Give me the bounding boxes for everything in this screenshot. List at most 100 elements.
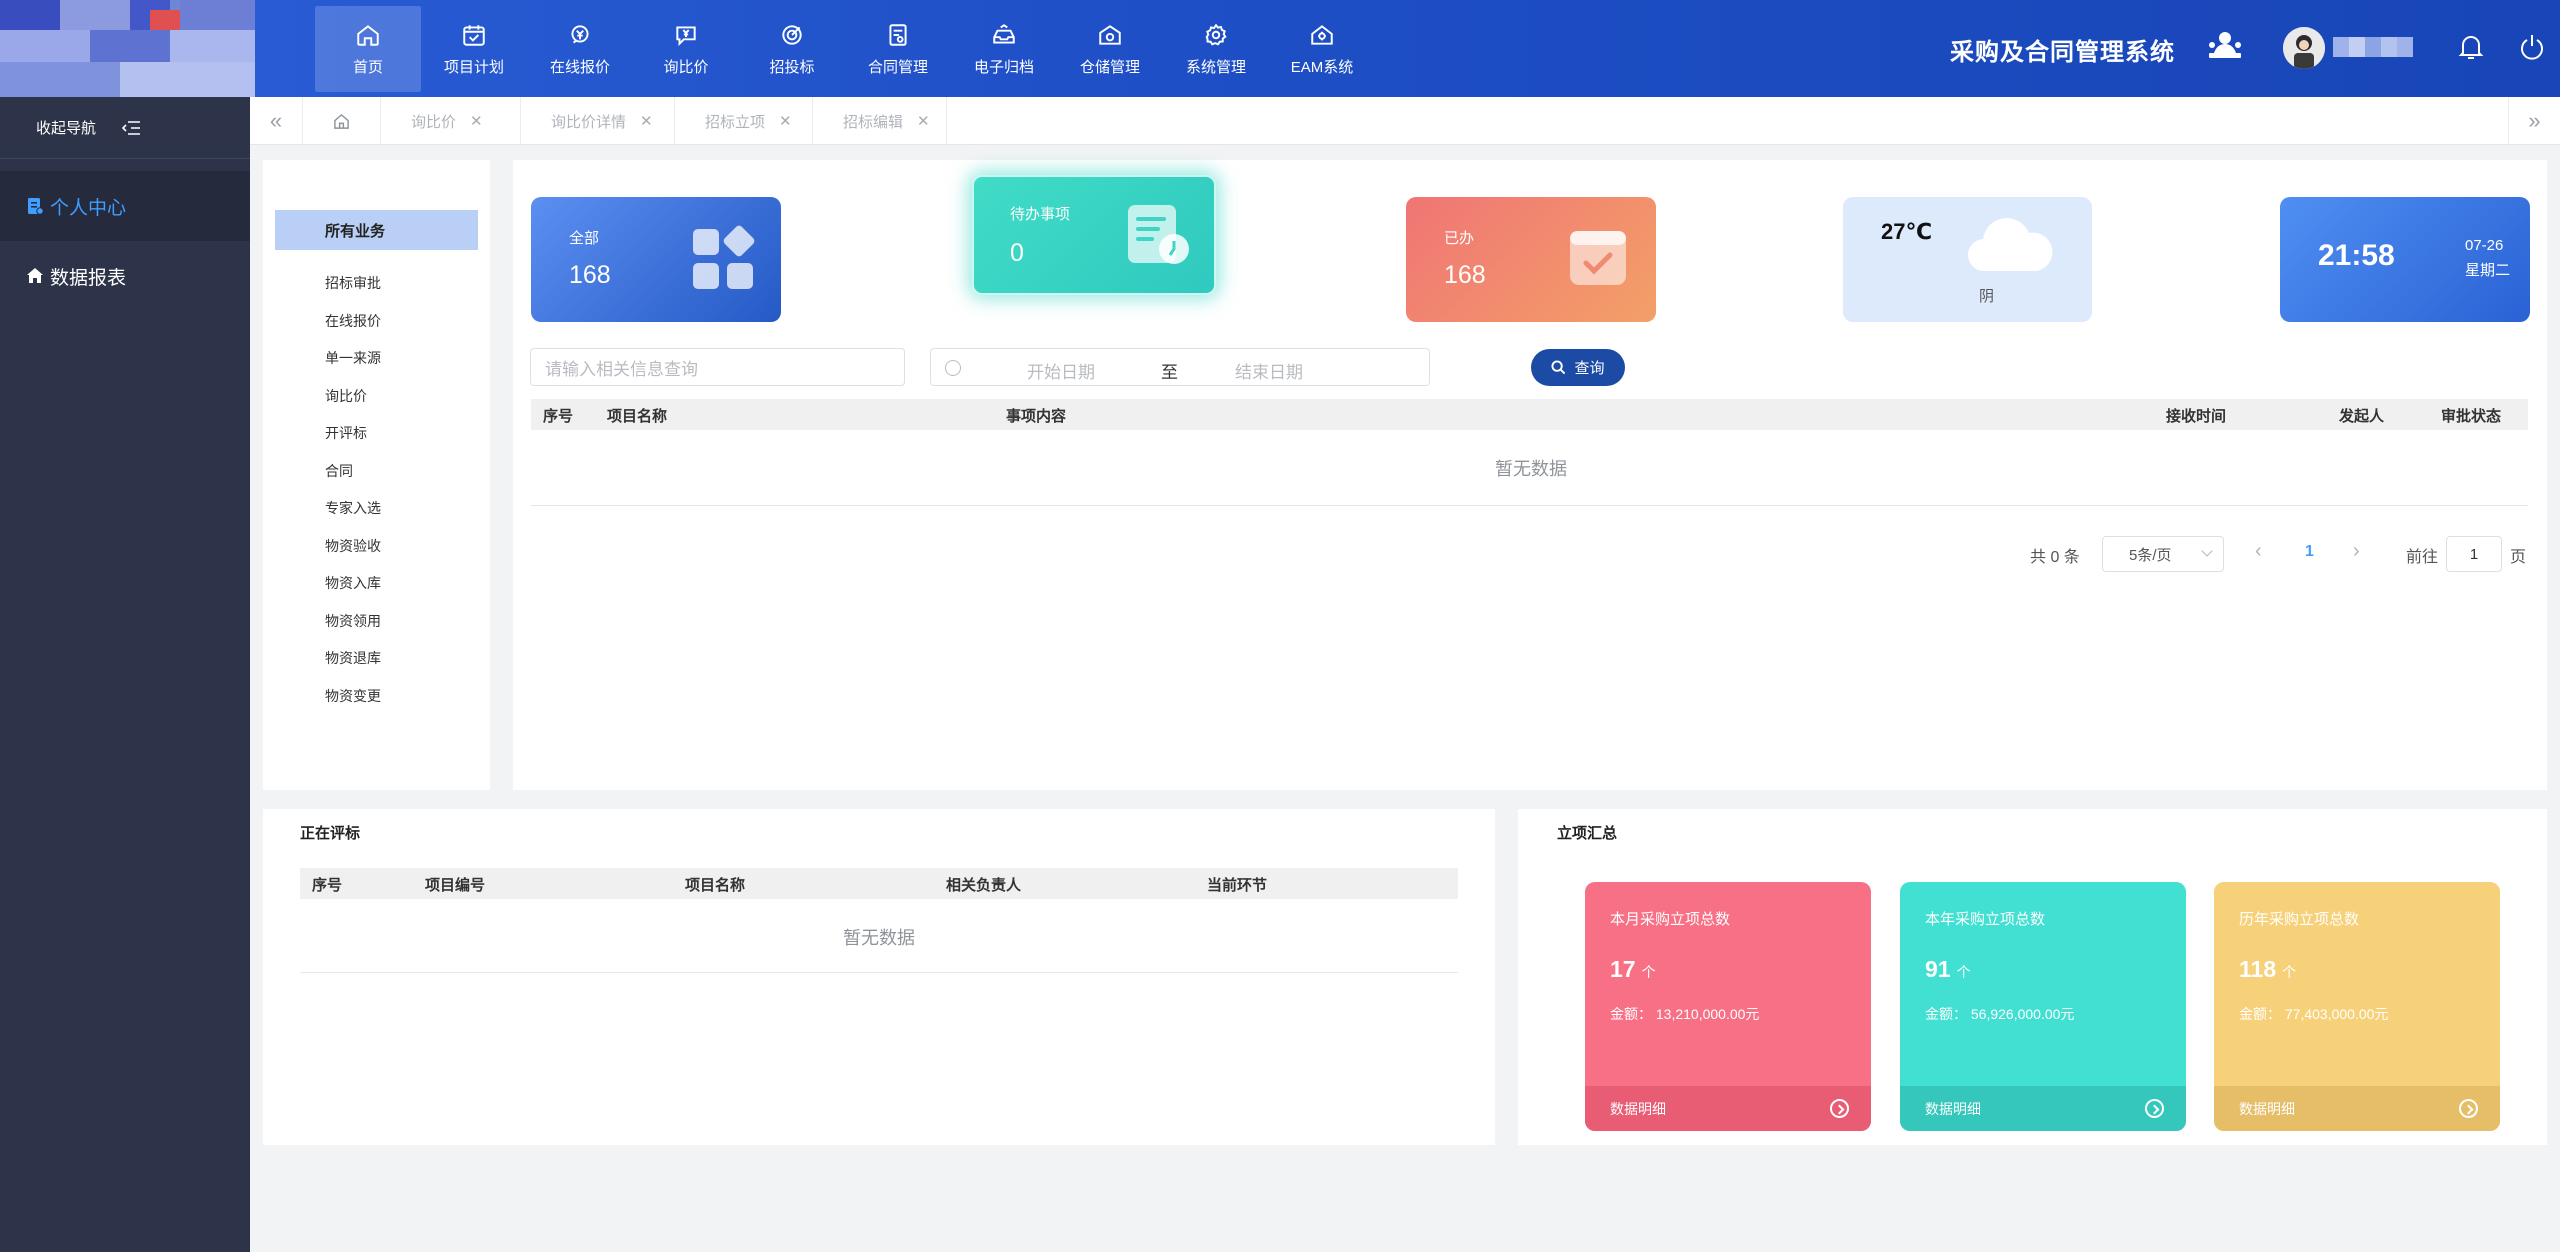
home-icon [334, 113, 349, 129]
tabs-scroll-left-icon[interactable]: « [250, 97, 302, 145]
evaluating-panel [263, 809, 1495, 1145]
query-button[interactable]: 查询 [1531, 349, 1625, 386]
sidebar: 收起导航 个人中心 数据报表 [0, 97, 250, 1252]
weather-desc: 阴 [1979, 288, 1995, 305]
sidebar-item-label: 数据报表 [50, 267, 127, 289]
stat-count-row: 17 个 [1610, 956, 1656, 983]
column-header: 相关负责人 [946, 877, 1022, 894]
bell-icon[interactable] [2458, 33, 2484, 66]
tab-close-icon[interactable]: ✕ [917, 112, 930, 130]
stat-title: 历年采购立项总数 [2239, 911, 2360, 928]
sidebar-item-data-report[interactable]: 数据报表 [0, 241, 250, 311]
search-input[interactable]: 请输入相关信息查询 [530, 348, 905, 386]
tab-price-inquiry-detail[interactable]: 询比价详情 ✕ [520, 97, 669, 145]
business-item[interactable]: 招标审批 [325, 273, 381, 293]
tab-home[interactable] [302, 97, 380, 145]
column-header: 序号 [543, 408, 574, 425]
business-item[interactable]: 单一来源 [325, 348, 381, 368]
nav-online-quote[interactable]: 在线报价 [527, 6, 633, 92]
customer-service-icon[interactable] [2206, 29, 2244, 70]
nav-project-plan[interactable]: 项目计划 [421, 6, 527, 92]
column-header: 序号 [312, 877, 343, 894]
business-item[interactable]: 物资验收 [325, 536, 381, 556]
query-button-label: 查询 [1574, 360, 1605, 377]
sidebar-item-personal-center[interactable]: 个人中心 [0, 171, 250, 241]
card-todo[interactable]: 待办事项 0 [972, 175, 1216, 295]
nav-label: 在线报价 [549, 58, 610, 76]
nav-home[interactable]: 首页 [315, 6, 421, 92]
business-item[interactable]: 物资入库 [325, 573, 381, 593]
document-icon [28, 198, 44, 215]
nav-warehouse[interactable]: 仓储管理 [1057, 6, 1163, 92]
business-all[interactable]: 所有业务 [275, 210, 478, 250]
date-range-picker[interactable]: 开始日期 至 结束日期 [930, 348, 1430, 386]
tab-bid-edit[interactable]: 招标编辑 ✕ [812, 97, 947, 145]
gear-icon [1205, 23, 1227, 46]
tabs-scroll-right-icon[interactable]: » [2508, 97, 2560, 145]
stat-link-label: 数据明细 [1925, 1100, 1981, 1117]
sidebar-collapse[interactable]: 收起导航 [0, 97, 250, 159]
todo-list-icon [1128, 205, 1189, 264]
nav-bidding[interactable]: 招投标 [739, 6, 845, 92]
divider [531, 505, 2528, 506]
nav-eam[interactable]: EAM系统 [1269, 6, 1375, 92]
clock-date: 07-26 [2465, 237, 2504, 254]
nav-system-admin[interactable]: 系统管理 [1163, 6, 1269, 92]
tab-close-icon[interactable]: ✕ [779, 112, 792, 130]
stat-unit: 个 [1641, 964, 1656, 980]
tab-price-inquiry[interactable]: 询比价 ✕ [380, 97, 499, 145]
card-done[interactable]: 已办 168 [1406, 197, 1656, 322]
business-item[interactable]: 物资退库 [325, 648, 381, 668]
tab-close-icon[interactable]: ✕ [470, 112, 483, 130]
search-icon [1551, 360, 1566, 375]
chevron-down-icon [2201, 545, 2213, 557]
business-item[interactable]: 开评标 [325, 423, 367, 443]
stat-count: 91 [1925, 956, 1951, 982]
nav-label: 招投标 [769, 58, 815, 76]
stat-detail-link[interactable]: 数据明细 [2214, 1086, 2500, 1131]
business-item[interactable]: 在线报价 [325, 311, 381, 331]
collapse-label: 收起导航 [36, 120, 97, 137]
arrow-circle-right-icon[interactable] [1830, 1099, 1849, 1118]
business-item[interactable]: 询比价 [325, 386, 367, 406]
sidebar-item-label: 个人中心 [50, 197, 127, 219]
current-page[interactable]: 1 [2305, 543, 2314, 561]
stat-unit: 个 [2282, 964, 2297, 980]
nav-contract[interactable]: 合同管理 [845, 6, 951, 92]
stat-detail-link[interactable]: 数据明细 [1900, 1086, 2186, 1131]
logo-blurred [0, 0, 255, 97]
user-name-blurred[interactable] [2333, 37, 2413, 57]
tab-close-icon[interactable]: ✕ [640, 112, 653, 130]
stat-amount: 金额： 56,926,000.00元 [1925, 1006, 2075, 1022]
avatar[interactable] [2283, 27, 2325, 69]
business-item[interactable]: 物资变更 [325, 686, 381, 706]
clock-weekday: 星期二 [2465, 262, 2511, 279]
stat-count-row: 91 个 [1925, 956, 1971, 983]
collapse-menu-icon[interactable] [122, 120, 142, 136]
power-icon[interactable] [2519, 33, 2545, 66]
nav-price-inquiry[interactable]: 询比价 [633, 6, 739, 92]
tabs-bar: « 询比价 ✕ 询比价详情 ✕ 招标立项 ✕ 招标编辑 ✕ » [250, 97, 2560, 145]
business-item[interactable]: 合同 [325, 461, 353, 481]
column-header: 事项内容 [1006, 408, 1067, 425]
next-page-icon[interactable]: › [2353, 540, 2360, 563]
end-date-input[interactable]: 结束日期 [1235, 358, 1303, 383]
tab-label: 询比价详情 [551, 113, 627, 131]
business-item[interactable]: 物资领用 [325, 611, 381, 631]
prev-page-icon[interactable]: ‹ [2255, 540, 2262, 563]
tab-bid-project[interactable]: 招标立项 ✕ [674, 97, 808, 145]
goto-page-input[interactable]: 1 [2446, 536, 2502, 572]
stat-detail-link[interactable]: 数据明细 [1585, 1086, 1871, 1131]
yen-chat-icon [676, 25, 696, 46]
column-header: 发起人 [2339, 408, 2385, 425]
card-all[interactable]: 全部 168 [531, 197, 781, 322]
nav-e-archive[interactable]: 电子归档 [951, 6, 1057, 92]
card-value: 168 [569, 261, 611, 289]
card-label: 全部 [569, 230, 600, 247]
business-item[interactable]: 专家入选 [325, 498, 381, 518]
start-date-input[interactable]: 开始日期 [1027, 358, 1095, 383]
warehouse-icon [1099, 24, 1121, 45]
page-size-select[interactable]: 5条/页 [2102, 536, 2224, 572]
arrow-circle-right-icon[interactable] [2145, 1099, 2164, 1118]
arrow-circle-right-icon[interactable] [2459, 1099, 2478, 1118]
